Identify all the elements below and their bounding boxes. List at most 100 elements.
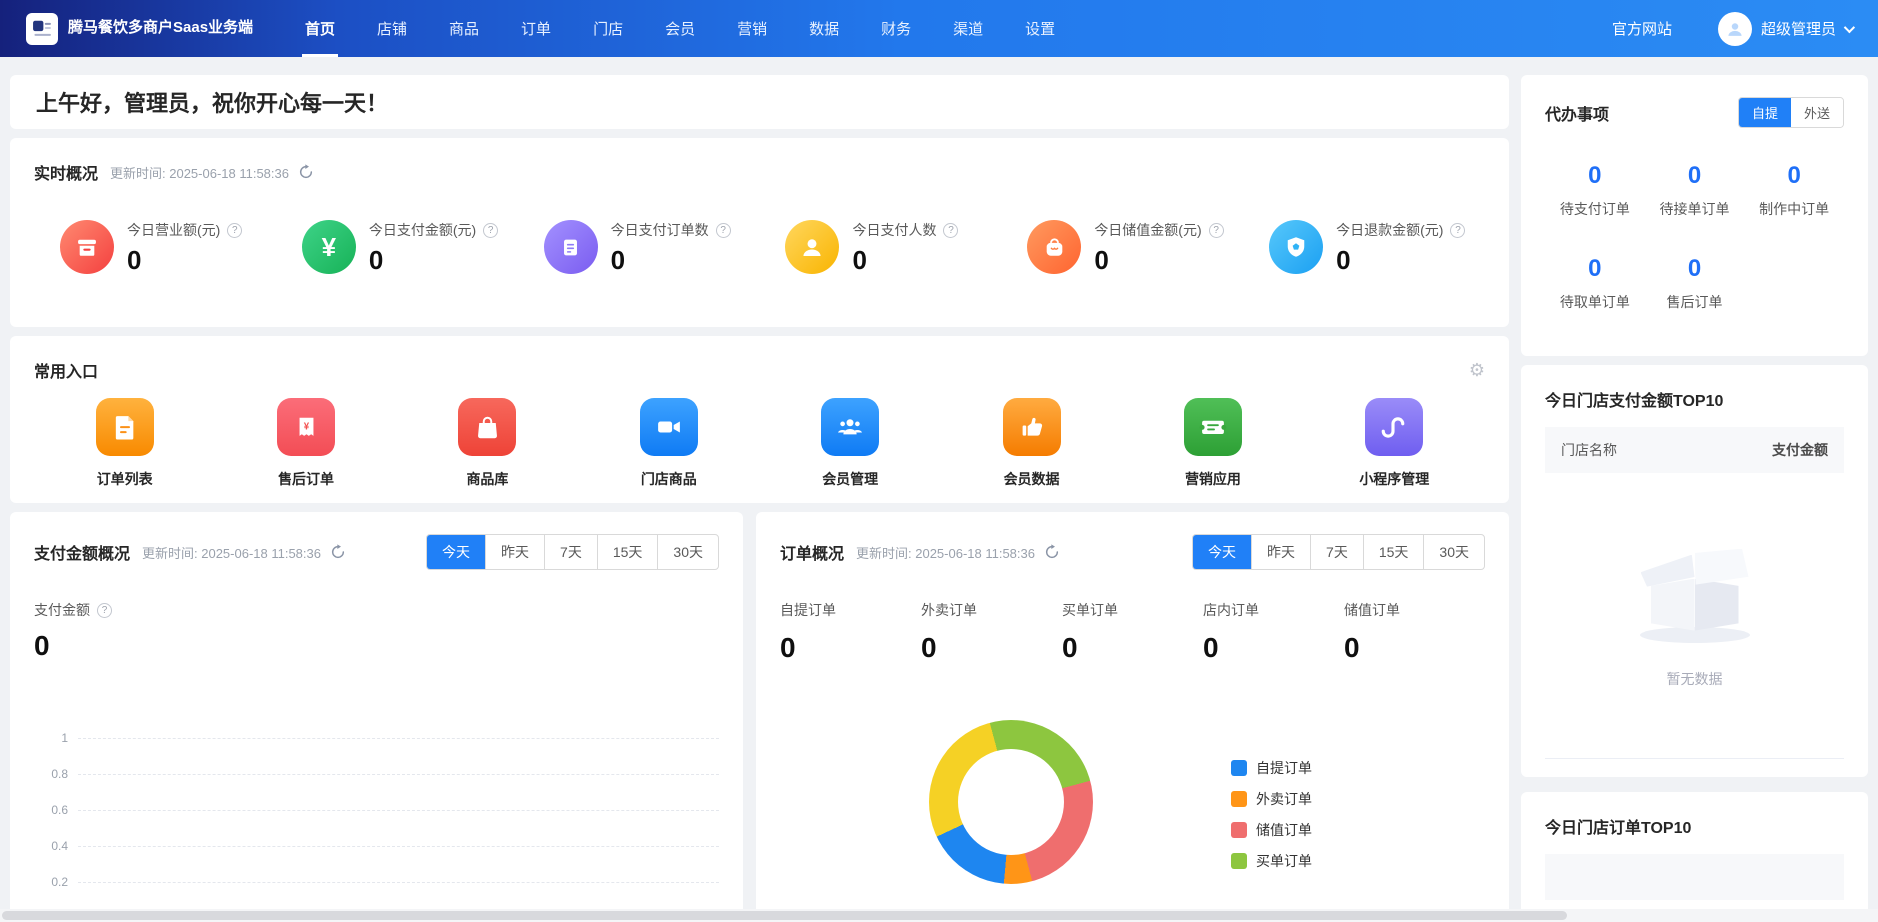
tab-yesterday[interactable]: 昨天 (485, 535, 544, 569)
navbar-right: 官方网站 超级管理员 (1612, 12, 1852, 46)
help-icon[interactable]: ? (483, 223, 498, 238)
nav-item-marketing[interactable]: 营销 (716, 0, 788, 57)
stat-today-stored-value: 今日储值金额(元)? 0 (1001, 220, 1243, 276)
tab-30days[interactable]: 30天 (657, 535, 718, 569)
main-nav: 首页 店铺 商品 订单 门店 会员 营销 数据 财务 渠道 设置 (284, 0, 1076, 57)
shortcut-member-management[interactable]: 会员管理 (760, 398, 941, 489)
yen-icon: ¥ (302, 220, 356, 274)
stat-value: 0 (369, 245, 498, 276)
todo-in-production[interactable]: 0制作中订单 (1744, 162, 1844, 219)
nav-item-finance[interactable]: 财务 (860, 0, 932, 57)
tab-30days[interactable]: 30天 (1423, 535, 1484, 569)
help-icon[interactable]: ? (1450, 223, 1465, 238)
page-body: 上午好，管理员，祝你开心每一天！ 实时概况 更新时间: 2025-06-18 1… (0, 57, 1878, 922)
tab-today[interactable]: 今天 (427, 535, 485, 569)
nav-item-orders[interactable]: 订单 (500, 0, 572, 57)
tab-7days[interactable]: 7天 (544, 535, 597, 569)
legend-swatch (1231, 791, 1247, 807)
shortcut-label: 商品库 (466, 469, 508, 489)
payment-overview-card: 支付金额概况 更新时间: 2025-06-18 11:58:36 今天 昨天 7… (10, 512, 743, 922)
shield-icon (1269, 220, 1323, 274)
avatar-person-icon (1725, 19, 1745, 39)
cash-register-icon (60, 220, 114, 274)
legend-item-delivery[interactable]: 外卖订单 (1231, 783, 1312, 814)
order-stat-delivery: 外卖订单0 (921, 600, 1062, 664)
stat-today-paying-users: 今日支付人数? 0 (759, 220, 1001, 276)
stat-value: 0 (611, 245, 731, 276)
refresh-icon[interactable] (330, 544, 346, 560)
legend-item-pickup[interactable]: 自提订单 (1231, 752, 1312, 783)
nav-item-stores[interactable]: 门店 (572, 0, 644, 57)
top-orders-table-header (1545, 854, 1844, 900)
help-icon[interactable]: ? (1209, 223, 1224, 238)
user-name[interactable]: 超级管理员 (1761, 18, 1836, 39)
shortcut-member-data[interactable]: 会员数据 (941, 398, 1122, 489)
tab-yesterday[interactable]: 昨天 (1251, 535, 1310, 569)
scrollbar-thumb[interactable] (2, 911, 1567, 920)
shortcut-goods-library[interactable]: 商品库 (397, 398, 578, 489)
order-stat-stored-value: 储值订单0 (1344, 600, 1485, 664)
tab-today[interactable]: 今天 (1193, 535, 1251, 569)
toggle-delivery[interactable]: 外送 (1791, 98, 1843, 127)
main-column: 上午好，管理员，祝你开心每一天！ 实时概况 更新时间: 2025-06-18 1… (10, 75, 1509, 922)
order-donut-chart (929, 720, 1093, 884)
nav-item-channels[interactable]: 渠道 (932, 0, 1004, 57)
greeting-banner: 上午好，管理员，祝你开心每一天！ (10, 75, 1509, 129)
nav-item-members[interactable]: 会员 (644, 0, 716, 57)
top-orders-title: 今日门店订单TOP10 (1545, 814, 1844, 838)
shortcut-label: 售后订单 (278, 469, 334, 489)
column-store-name: 门店名称 (1561, 440, 1617, 460)
help-icon[interactable]: ? (943, 223, 958, 238)
nav-item-data[interactable]: 数据 (788, 0, 860, 57)
legend-item-stored-value[interactable]: 储值订单 (1231, 814, 1312, 845)
shortcut-aftersale-orders[interactable]: ¥ 售后订单 (215, 398, 396, 489)
y-tick: 1 (34, 731, 68, 745)
chevron-down-icon[interactable] (1844, 21, 1855, 32)
todo-pending-payment[interactable]: 0待支付订单 (1545, 162, 1645, 219)
shortcut-miniprogram-management[interactable]: 小程序管理 (1304, 398, 1485, 489)
y-tick: 0.6 (34, 803, 68, 817)
stat-today-revenue: 今日营业额(元)? 0 (34, 220, 276, 276)
top-navbar: 腾马餐饮多商户Saas业务端 首页 店铺 商品 订单 门店 会员 营销 数据 财… (0, 0, 1878, 57)
nav-item-settings[interactable]: 设置 (1004, 0, 1076, 57)
todo-pending-accept[interactable]: 0待接单订单 (1645, 162, 1745, 219)
shortcut-marketing-apps[interactable]: 营销应用 (1122, 398, 1303, 489)
divider (1545, 758, 1844, 759)
refresh-icon[interactable] (1044, 544, 1060, 560)
help-icon[interactable]: ? (227, 223, 242, 238)
shortcuts-title: 常用入口 (34, 358, 98, 382)
gear-icon[interactable]: ⚙ (1469, 361, 1485, 379)
shortcuts-card: 常用入口 ⚙ 订单列表 ¥ 售后订单 (10, 336, 1509, 503)
camcorder-icon (640, 398, 698, 456)
app-logo (26, 13, 58, 45)
nav-item-goods[interactable]: 商品 (428, 0, 500, 57)
shortcut-label: 会员管理 (822, 469, 878, 489)
top-payment-title: 今日门店支付金额TOP10 (1545, 387, 1844, 411)
official-site-link[interactable]: 官方网站 (1612, 18, 1672, 39)
nav-item-home[interactable]: 首页 (284, 0, 356, 57)
stat-label: 今日支付金额(元) (369, 220, 476, 240)
todo-pending-pickup[interactable]: 0待取单订单 (1545, 255, 1645, 312)
tab-15days[interactable]: 15天 (1363, 535, 1424, 569)
toggle-pickup[interactable]: 自提 (1739, 98, 1791, 127)
help-icon[interactable]: ? (716, 223, 731, 238)
nav-item-shop[interactable]: 店铺 (356, 0, 428, 57)
wallet-pouch-icon (1027, 220, 1081, 274)
todo-aftersale[interactable]: 0售后订单 (1645, 255, 1745, 312)
todo-card: 代办事项 自提 外送 0待支付订单 0待接单订单 0制作中订单 0待取单订单 0… (1521, 75, 1868, 356)
thumbs-up-icon (1003, 398, 1061, 456)
order-stat-pickup: 自提订单0 (780, 600, 921, 664)
help-icon[interactable]: ? (97, 603, 112, 618)
stat-today-paid-orders: 今日支付订单数? 0 (518, 220, 760, 276)
shortcut-store-goods[interactable]: 门店商品 (578, 398, 759, 489)
tab-7days[interactable]: 7天 (1310, 535, 1363, 569)
stat-value: 0 (1094, 245, 1223, 276)
shortcut-order-list[interactable]: 订单列表 (34, 398, 215, 489)
shopping-bag-icon (458, 398, 516, 456)
avatar[interactable] (1718, 12, 1752, 46)
horizontal-scrollbar[interactable] (0, 909, 1878, 922)
legend-item-pay-bill[interactable]: 买单订单 (1231, 845, 1312, 876)
donut-legend: 自提订单 外卖订单 储值订单 买单订单 (1231, 752, 1312, 876)
refresh-icon[interactable] (298, 164, 314, 180)
tab-15days[interactable]: 15天 (597, 535, 658, 569)
